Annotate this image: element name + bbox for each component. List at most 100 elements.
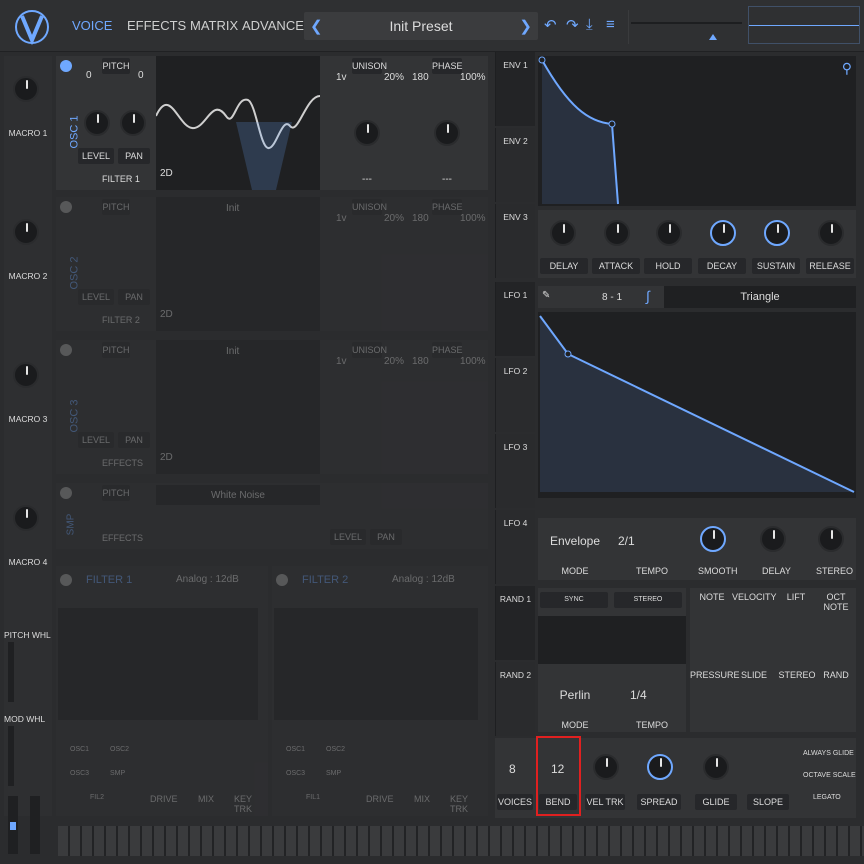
source-slide[interactable]: SLIDE <box>734 670 774 680</box>
glide-knob[interactable] <box>703 754 729 780</box>
osc-3-unison-detune[interactable]: 20% <box>384 356 404 367</box>
osc-1-unison-knob[interactable] <box>354 120 380 146</box>
osc-2-phase-value[interactable]: 180 <box>412 213 429 224</box>
tab-env-3[interactable]: ENV 3 <box>495 204 535 278</box>
filter-1-source-osc1[interactable]: OSC1 <box>70 746 89 753</box>
macro-2-knob[interactable] <box>13 219 39 245</box>
osc-3-toggle[interactable] <box>60 344 72 356</box>
osc-1-phase-knob[interactable] <box>434 120 460 146</box>
lfo-stereo-knob[interactable] <box>818 526 844 552</box>
osc-1-dimension-label[interactable]: 2D <box>160 168 173 179</box>
lfo-shape-selector[interactable]: Triangle <box>664 286 856 308</box>
mod-wheel[interactable] <box>8 726 14 786</box>
preset-name[interactable]: Init Preset <box>304 18 538 34</box>
filter-1-response-display[interactable] <box>58 608 258 720</box>
tab-rand-1[interactable]: RAND 1 <box>495 586 535 660</box>
filter-1-type[interactable]: Analog : 12dB <box>176 574 239 585</box>
env-delay-knob[interactable] <box>550 220 576 246</box>
tab-lfo-2[interactable]: LFO 2 <box>495 358 535 432</box>
tab-lfo-4[interactable]: LFO 4 <box>495 510 535 584</box>
osc-1-pan-knob[interactable] <box>120 110 146 136</box>
osc-2-dimension-label[interactable]: 2D <box>160 309 173 320</box>
velocity-track-knob[interactable] <box>593 754 619 780</box>
osc-3-wavetable-display[interactable]: Init 2D <box>156 340 320 474</box>
osc-3-filter-route[interactable]: EFFECTS <box>102 458 143 468</box>
osc-2-unison-voices[interactable]: 1v <box>336 213 347 224</box>
filter-2-source-osc2[interactable]: OSC2 <box>326 746 345 753</box>
osc-2-wavetable-name[interactable]: Init <box>226 203 239 214</box>
osc-2-wavetable-display[interactable]: Init 2D <box>156 197 320 331</box>
filter-2-source-osc1[interactable]: OSC1 <box>286 746 305 753</box>
osc-2-filter-route[interactable]: FILTER 2 <box>102 315 140 325</box>
osc-3-wavetable-name[interactable]: Init <box>226 346 239 357</box>
osc-1-spectral-mode[interactable]: --- <box>362 174 372 185</box>
filter-2-response-display[interactable] <box>274 608 478 720</box>
filter-1-source-osc3[interactable]: OSC3 <box>70 770 89 777</box>
source-velocity[interactable]: VELOCITY <box>732 592 777 602</box>
filter-1-toggle[interactable] <box>60 574 72 586</box>
tab-voice[interactable]: VOICE <box>72 18 112 33</box>
osc-1-phase-value[interactable]: 180 <box>412 72 429 83</box>
tab-env-1[interactable]: ENV 1 <box>495 52 535 126</box>
sample-selector[interactable]: White Noise <box>156 485 320 505</box>
preset-next-button[interactable]: ❯ <box>519 17 532 35</box>
random-mode-value[interactable]: Perlin <box>542 688 608 702</box>
random-tempo-value[interactable]: 1/4 <box>630 688 647 702</box>
osc-1-pitch-left[interactable]: 0 <box>86 70 92 81</box>
osc-1-pitch-right[interactable]: 0 <box>138 70 144 81</box>
osc-1-unison-detune[interactable]: 20% <box>384 72 404 83</box>
lfo-delay-knob[interactable] <box>760 526 786 552</box>
osc-2-toggle[interactable] <box>60 201 72 213</box>
tab-env-2[interactable]: ENV 2 <box>495 128 535 202</box>
filter-1-source-fil2[interactable]: FIL2 <box>90 794 104 801</box>
keyboard[interactable] <box>58 826 864 856</box>
env-attack-knob[interactable] <box>604 220 630 246</box>
source-note[interactable]: NOTE <box>694 592 730 602</box>
lfo-grid-setting[interactable]: 8 - 1 <box>602 292 622 303</box>
osc-3-phase-value[interactable]: 180 <box>412 356 429 367</box>
tab-advanced[interactable]: ADVANCED <box>242 18 313 33</box>
legato-toggle[interactable]: LEGATO <box>813 794 841 801</box>
filter-1-source-smp[interactable]: SMP <box>110 770 125 777</box>
volume-meter[interactable] <box>628 10 744 44</box>
random-sync-button[interactable]: SYNC <box>540 592 608 608</box>
tab-matrix[interactable]: MATRIX <box>190 18 238 33</box>
redo-icon[interactable]: ↷ <box>566 16 582 34</box>
tab-lfo-1[interactable]: LFO 1 <box>495 282 535 356</box>
source-rand[interactable]: RAND <box>818 670 854 680</box>
lfo-smooth-icon[interactable]: ∫ <box>646 288 650 304</box>
mod-wheel-slider[interactable] <box>30 796 40 854</box>
macro-1-knob[interactable] <box>13 76 39 102</box>
octave-scale-toggle[interactable]: OCTAVE SCALE <box>803 772 856 779</box>
osc-2-phase-random[interactable]: 100% <box>460 213 486 224</box>
osc-1-unison-voices[interactable]: 1v <box>336 72 347 83</box>
sample-toggle[interactable] <box>60 487 72 499</box>
osc-3-phase-random[interactable]: 100% <box>460 356 486 367</box>
lfo-mode-value[interactable]: Envelope <box>542 534 608 548</box>
pitch-wheel-thumb[interactable] <box>10 822 16 830</box>
lfo-pencil-icon[interactable]: ✎ <box>542 290 550 301</box>
osc-1-phase-random[interactable]: 100% <box>460 72 486 83</box>
osc-1-toggle[interactable] <box>60 60 72 72</box>
random-stereo-button[interactable]: STEREO <box>614 592 682 608</box>
filter-2-source-smp[interactable]: SMP <box>326 770 341 777</box>
env-hold-knob[interactable] <box>656 220 682 246</box>
lfo-smooth-knob[interactable] <box>700 526 726 552</box>
osc-3-unison-voices[interactable]: 1v <box>336 356 347 367</box>
preset-selector[interactable]: ❮ Init Preset ❯ <box>304 12 538 40</box>
always-glide-toggle[interactable]: ALWAYS GLIDE <box>803 750 854 757</box>
voices-value[interactable]: 8 <box>509 762 516 776</box>
macro-4-knob[interactable] <box>13 505 39 531</box>
tab-rand-2[interactable]: RAND 2 <box>495 662 535 736</box>
filter-2-type[interactable]: Analog : 12dB <box>392 574 455 585</box>
osc-1-distortion-mode[interactable]: --- <box>442 174 452 185</box>
env-decay-knob[interactable] <box>710 220 736 246</box>
filter-2-toggle[interactable] <box>276 574 288 586</box>
tab-lfo-3[interactable]: LFO 3 <box>495 434 535 508</box>
filter-1-source-osc2[interactable]: OSC2 <box>110 746 129 753</box>
save-icon[interactable]: ⤓ <box>586 16 602 34</box>
source-oct-note[interactable]: OCT NOTE <box>816 592 856 612</box>
osc-1-level-knob[interactable] <box>84 110 110 136</box>
pitch-wheel-slider[interactable] <box>8 796 18 854</box>
osc-3-dimension-label[interactable]: 2D <box>160 452 173 463</box>
